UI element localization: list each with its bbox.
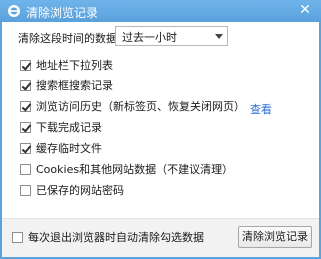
time-range-select[interactable]: 过去一小时 (115, 26, 228, 46)
check-icon (21, 101, 32, 112)
checkbox[interactable] (20, 143, 32, 154)
checkbox[interactable] (20, 60, 32, 71)
close-icon: ✕ (299, 2, 311, 18)
check-icon (21, 143, 32, 154)
option-label: Cookies和其他网站数据（不建议清理） (36, 163, 234, 176)
option-label: 浏览访问历史（新标签页、恢复关闭网页） (36, 100, 245, 113)
clear-history-dialog: 清除浏览记录 ✕ 清除这段时间的数据： 过去一小时 地址栏下拉列表 搜索框搜索记… (0, 0, 321, 259)
check-icon (21, 60, 32, 71)
checkbox[interactable] (20, 122, 32, 133)
checkbox[interactable] (20, 80, 32, 91)
close-button[interactable]: ✕ (297, 2, 313, 18)
checkbox[interactable] (20, 185, 31, 196)
window-title: 清除浏览记录 (26, 6, 99, 20)
check-icon (21, 122, 32, 133)
option-label: 地址栏下拉列表 (36, 59, 113, 72)
check-icon (21, 80, 32, 91)
clear-history-button[interactable]: 清除浏览记录 (238, 226, 312, 248)
checkbox[interactable] (12, 232, 23, 243)
option-label: 搜索框搜索记录 (36, 79, 113, 92)
option-label: 下载完成记录 (36, 121, 102, 134)
time-range-label: 清除这段时间的数据： (18, 32, 128, 45)
option-label: 已保存的网站密码 (36, 184, 124, 197)
chevron-down-icon (215, 34, 223, 39)
title-bar: 清除浏览记录 ✕ (0, 0, 321, 22)
view-history-link[interactable]: 查看 (250, 101, 272, 117)
time-range-value: 过去一小时 (122, 31, 177, 44)
checkbox[interactable] (20, 101, 32, 112)
auto-clear-label: 每次退出浏览器时自动清除勾选数据 (28, 231, 204, 244)
option-label: 缓存临时文件 (36, 142, 102, 155)
ie-browser-icon (8, 5, 20, 17)
checkbox[interactable] (20, 164, 31, 175)
